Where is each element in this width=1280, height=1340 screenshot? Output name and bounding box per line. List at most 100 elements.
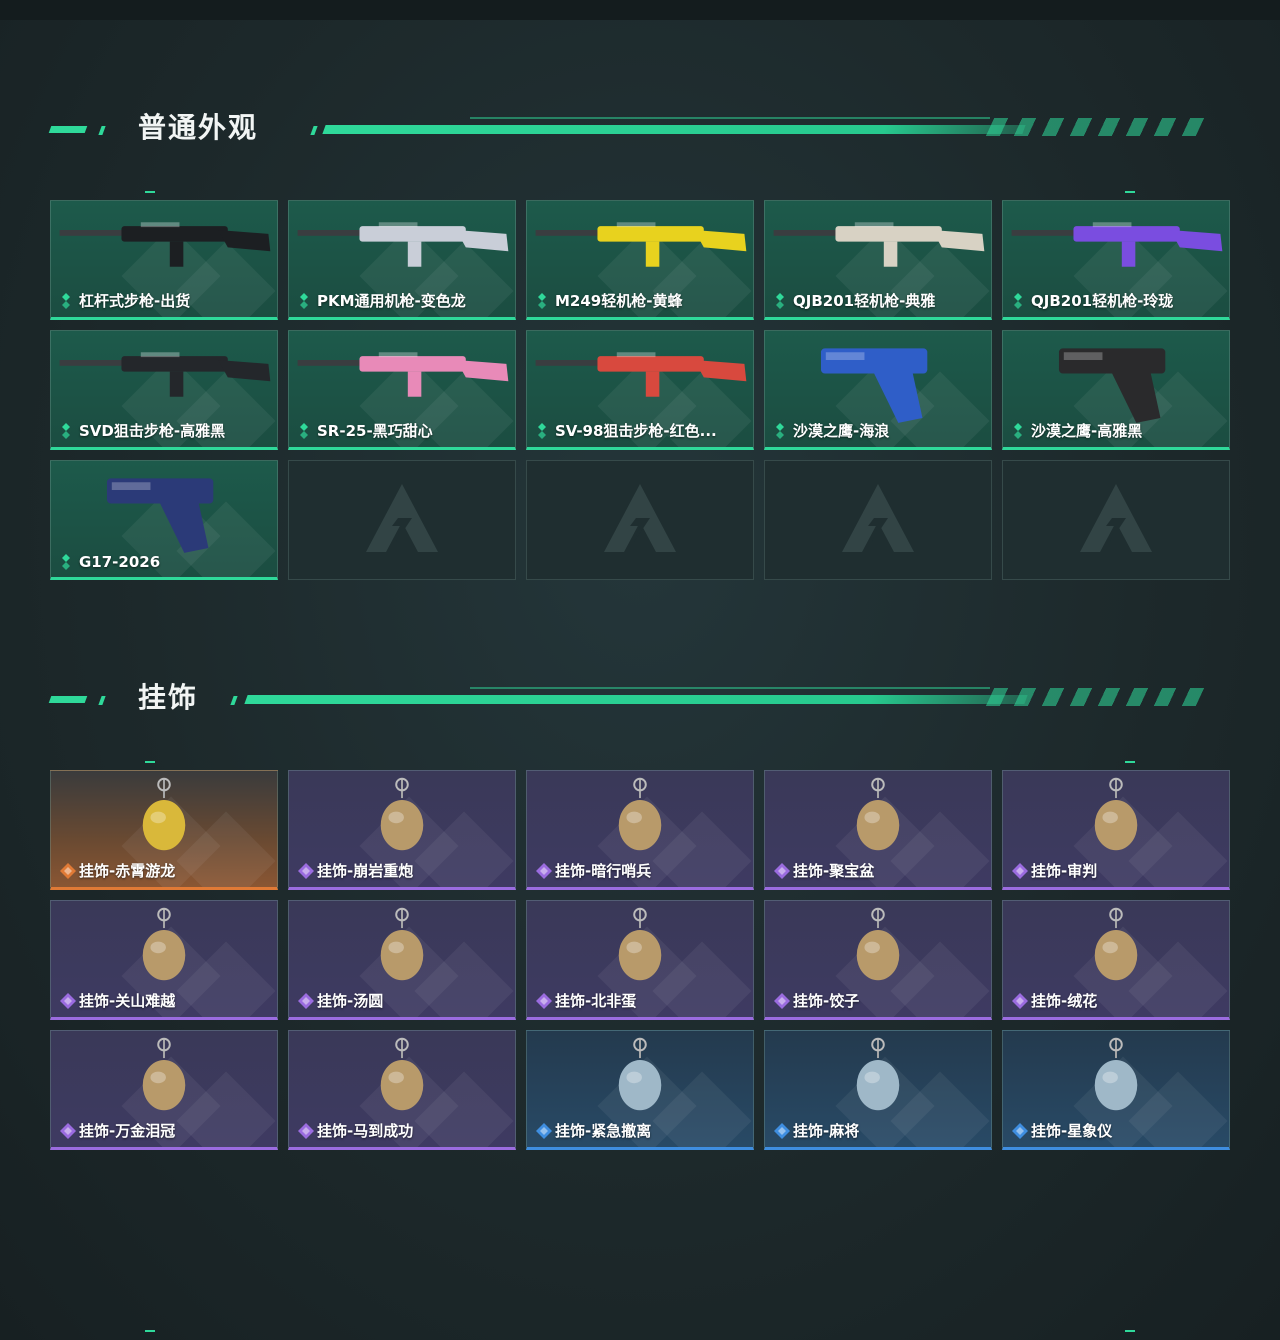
card-label: SV-98狙击步枪-红色... xyxy=(535,420,717,441)
charm-card[interactable]: 挂饰-万金泪冠 xyxy=(50,1030,278,1150)
charm-card[interactable]: 挂饰-星象仪 xyxy=(1002,1030,1230,1150)
header-line xyxy=(470,687,990,689)
skins-grid: 杠杆式步枪-出货 PKM通用机枪-变色龙 M249轻机枪-黄蜂 QJB201轻机枪-典… xyxy=(50,200,1230,580)
rarity-gem-icon xyxy=(297,992,314,1010)
card-label: 挂饰-审判 xyxy=(1011,860,1097,881)
item-name: SR-25-黑巧甜心 xyxy=(317,422,433,440)
rarity-gem-icon xyxy=(1011,992,1028,1010)
item-name: 挂饰-饺子 xyxy=(793,992,860,1010)
skin-card[interactable]: G17-2026 xyxy=(50,460,278,580)
skin-card[interactable]: PKM通用机枪-变色龙 xyxy=(288,200,516,320)
section-title: 挂饰 xyxy=(138,681,199,714)
skin-card[interactable]: 杠杆式步枪-出货 xyxy=(50,200,278,320)
section-title: 普通外观 xyxy=(138,111,259,144)
charms-grid: 挂饰-赤霄游龙 挂饰-崩岩重炮 挂饰-暗行哨兵 挂饰-聚宝盆 挂饰-审判 挂饰-关山难越挂… xyxy=(50,770,1230,1150)
empty-slot xyxy=(288,460,516,580)
card-label: QJB201轻机枪-玲珑 xyxy=(1011,290,1173,311)
item-name: M249轻机枪-黄蜂 xyxy=(555,292,683,310)
card-label: 挂饰-关山难越 xyxy=(59,990,175,1011)
card-label: PKM通用机枪-变色龙 xyxy=(297,290,466,311)
header-slash xyxy=(310,126,318,135)
card-label: G17-2026 xyxy=(59,553,160,571)
item-name: QJB201轻机枪-玲珑 xyxy=(1031,292,1174,310)
skin-card[interactable]: SR-25-黑巧甜心 xyxy=(288,330,516,450)
card-label: 沙漠之鹰-海浪 xyxy=(773,420,889,441)
placeholder-logo-icon xyxy=(600,480,680,560)
card-label: QJB201轻机枪-典雅 xyxy=(773,290,935,311)
header-dash xyxy=(98,126,106,135)
item-name: 杠杆式步枪-出货 xyxy=(79,292,191,310)
corner-tick xyxy=(1125,1330,1135,1332)
header-slash xyxy=(230,696,238,705)
empty-slot xyxy=(1002,460,1230,580)
skin-card[interactable]: SVD狙击步枪-高雅黑 xyxy=(50,330,278,450)
charm-card[interactable]: 挂饰-审判 xyxy=(1002,770,1230,890)
rarity-gem-icon xyxy=(535,992,552,1010)
item-name: 挂饰-汤圆 xyxy=(317,992,384,1010)
charm-card[interactable]: 挂饰-麻将 xyxy=(764,1030,992,1150)
rarity-gem-icon xyxy=(773,422,787,440)
card-label: 挂饰-万金泪冠 xyxy=(59,1120,175,1141)
placeholder-logo-icon xyxy=(838,480,918,560)
rarity-gem-icon xyxy=(297,1122,314,1140)
rarity-gem-icon xyxy=(59,292,73,310)
card-label: 挂饰-马到成功 xyxy=(297,1120,413,1141)
item-name: 挂饰-紧急撤离 xyxy=(555,1122,652,1140)
item-name: 沙漠之鹰-海浪 xyxy=(793,422,890,440)
charm-card[interactable]: 挂饰-北非蛋 xyxy=(526,900,754,1020)
header-dash xyxy=(48,126,88,133)
charm-card[interactable]: 挂饰-绒花 xyxy=(1002,900,1230,1020)
corner-tick xyxy=(145,191,155,193)
rarity-gem-icon xyxy=(1011,422,1025,440)
charm-card[interactable]: 挂饰-暗行哨兵 xyxy=(526,770,754,890)
header-dash xyxy=(98,696,106,705)
item-name: 挂饰-绒花 xyxy=(1031,992,1098,1010)
rarity-gem-icon xyxy=(773,292,787,310)
rarity-gem-icon xyxy=(59,862,76,880)
rarity-gem-icon xyxy=(59,992,76,1010)
header-dash xyxy=(48,696,88,703)
item-name: 挂饰-赤霄游龙 xyxy=(79,862,176,880)
item-name: 挂饰-崩岩重炮 xyxy=(317,862,414,880)
rarity-gem-icon xyxy=(535,1122,552,1140)
corner-tick xyxy=(1125,191,1135,193)
charm-card[interactable]: 挂饰-聚宝盆 xyxy=(764,770,992,890)
rarity-gem-icon xyxy=(773,862,790,880)
charm-card[interactable]: 挂饰-紧急撤离 xyxy=(526,1030,754,1150)
placeholder-logo-icon xyxy=(1076,480,1156,560)
item-name: SVD狙击步枪-高雅黑 xyxy=(79,422,226,440)
skin-card[interactable]: 沙漠之鹰-高雅黑 xyxy=(1002,330,1230,450)
card-label: 杠杆式步枪-出货 xyxy=(59,290,190,311)
card-label: 挂饰-星象仪 xyxy=(1011,1120,1112,1141)
skin-card[interactable]: QJB201轻机枪-玲珑 xyxy=(1002,200,1230,320)
item-name: 挂饰-马到成功 xyxy=(317,1122,414,1140)
section-header-skins: 普通外观 xyxy=(48,108,1230,158)
rarity-gem-icon xyxy=(1011,292,1025,310)
empty-slot xyxy=(526,460,754,580)
placeholder-logo-icon xyxy=(362,480,442,560)
skin-card[interactable]: QJB201轻机枪-典雅 xyxy=(764,200,992,320)
charm-card[interactable]: 挂饰-崩岩重炮 xyxy=(288,770,516,890)
empty-slot xyxy=(764,460,992,580)
charm-card[interactable]: 挂饰-饺子 xyxy=(764,900,992,1020)
item-name: 挂饰-暗行哨兵 xyxy=(555,862,652,880)
charm-card[interactable]: 挂饰-马到成功 xyxy=(288,1030,516,1150)
charm-card[interactable]: 挂饰-赤霄游龙 xyxy=(50,770,278,890)
section-header-charms: 挂饰 xyxy=(48,678,1230,728)
rarity-gem-icon xyxy=(1011,1122,1028,1140)
card-label: 挂饰-饺子 xyxy=(773,990,859,1011)
skin-card[interactable]: 沙漠之鹰-海浪 xyxy=(764,330,992,450)
skin-card[interactable]: SV-98狙击步枪-红色... xyxy=(526,330,754,450)
card-label: 挂饰-暗行哨兵 xyxy=(535,860,651,881)
rarity-gem-icon xyxy=(535,422,549,440)
card-label: 挂饰-北非蛋 xyxy=(535,990,636,1011)
card-label: 挂饰-紧急撤离 xyxy=(535,1120,651,1141)
skin-card[interactable]: M249轻机枪-黄蜂 xyxy=(526,200,754,320)
charm-card[interactable]: 挂饰-汤圆 xyxy=(288,900,516,1020)
charm-card[interactable]: 挂饰-关山难越 xyxy=(50,900,278,1020)
corner-tick xyxy=(145,1330,155,1332)
rarity-gem-icon xyxy=(535,862,552,880)
rarity-gem-icon xyxy=(59,553,73,571)
item-name: 挂饰-北非蛋 xyxy=(555,992,637,1010)
item-name: 沙漠之鹰-高雅黑 xyxy=(1031,422,1143,440)
